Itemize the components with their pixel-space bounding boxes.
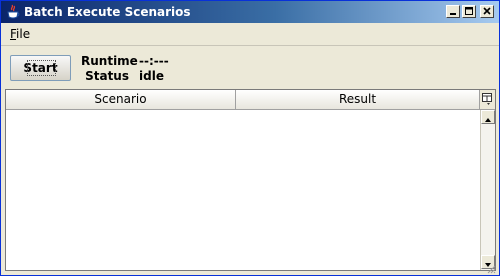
vertical-scrollbar[interactable] [480, 110, 495, 270]
maximize-button[interactable] [462, 5, 476, 18]
arrow-up-icon [485, 118, 491, 122]
results-table[interactable]: Scenario Result [5, 89, 496, 271]
status-label: Status [85, 69, 129, 83]
column-control-button[interactable] [480, 90, 495, 110]
column-control-icon [482, 93, 492, 105]
runtime-value: --:--- [139, 54, 169, 68]
scroll-up-button[interactable] [481, 110, 495, 124]
status-value: idle [139, 69, 164, 83]
minimize-button[interactable] [446, 5, 460, 18]
menu-file[interactable]: File [10, 27, 30, 41]
java-cup-icon [6, 4, 20, 20]
title-bar[interactable]: Batch Execute Scenarios [1, 1, 499, 23]
close-icon [483, 7, 491, 15]
focus-ring [27, 60, 56, 76]
start-button[interactable]: Start [10, 55, 71, 81]
column-header-result[interactable]: Result [236, 90, 480, 110]
menu-file-label: ile [16, 27, 31, 41]
minimize-icon [450, 13, 456, 15]
window-title: Batch Execute Scenarios [24, 5, 191, 19]
app-window: Batch Execute Scenarios File Start Runti… [0, 0, 500, 276]
maximize-icon [465, 7, 473, 15]
runtime-label: Runtime [81, 54, 138, 68]
menu-bar: File [1, 23, 499, 46]
column-header-scenario[interactable]: Scenario [6, 90, 236, 110]
resize-grip-icon[interactable] [484, 262, 496, 274]
close-button[interactable] [480, 5, 494, 18]
